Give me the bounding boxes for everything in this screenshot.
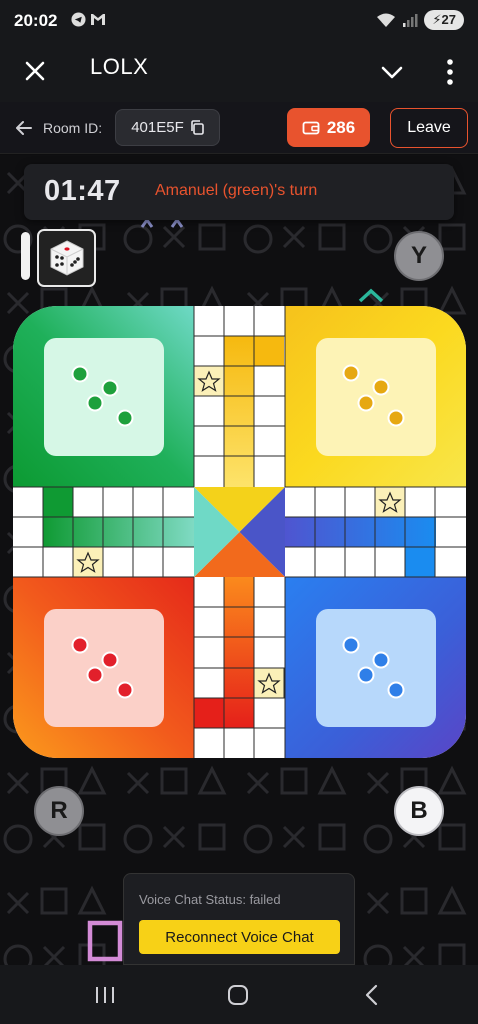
dice-indicator-pill [21,232,30,280]
copy-icon [190,120,204,135]
room-id-chip[interactable]: 401E5F [115,109,220,146]
blue-token [387,681,405,699]
leave-button[interactable]: Leave [390,108,468,148]
red-token [116,681,134,699]
gmail-icon [90,11,106,27]
dice-icon [50,240,83,276]
status-notification-icons [70,11,106,27]
yellow-player-badge[interactable]: Y [394,231,444,281]
green-home-path [43,517,194,547]
coin-count: 286 [326,117,356,137]
wifi-icon [377,13,396,27]
room-id-label: Room ID: [43,120,103,136]
green-token [86,394,104,412]
voice-chat-status: Voice Chat Status: failed [139,892,281,907]
green-token [116,409,134,427]
turn-timer-card: 01:47 Amanuel (green)'s turn [24,164,454,220]
home-icon[interactable] [223,981,253,1009]
nav-back-icon[interactable] [357,981,387,1009]
red-token [101,651,119,669]
blue-yard [316,609,436,727]
green-token [71,365,89,383]
status-indicators: ⚡27 [376,10,464,30]
voice-chat-panel: Voice Chat Status: failed Reconnect Voic… [123,873,355,965]
yellow-start-cell [254,336,284,366]
signal-icon [403,14,418,27]
room-id-value: 401E5F [131,119,184,136]
yellow-token [372,378,390,396]
red-token [71,636,89,654]
battery-icon: ⚡ [432,12,442,27]
battery-indicator: ⚡27 [424,10,464,30]
red-home-path [224,577,254,728]
blue-home-path [285,517,436,547]
more-vert-icon[interactable] [440,56,460,88]
room-bar: Room ID: 401E5F 286 Leave [0,102,478,154]
green-token [101,379,119,397]
blue-start-cell [405,547,435,577]
app-title: LOLX [90,54,149,79]
blue-token [357,666,375,684]
blue-player-badge[interactable]: B [394,786,444,836]
battery-level: 27 [441,12,456,27]
red-player-badge[interactable]: R [34,786,84,836]
yellow-home-path [224,336,254,487]
dice-button[interactable] [37,229,96,287]
wallet-coins-button[interactable]: 286 [287,108,370,147]
wallet-icon [302,121,320,134]
close-icon[interactable] [20,56,50,86]
yellow-yard [316,338,436,456]
red-token [86,666,104,684]
reconnect-voice-button[interactable]: Reconnect Voice Chat [139,920,340,954]
green-start-cell [43,487,73,517]
ludo-board [13,306,466,758]
green-yard [44,338,164,456]
red-yard [44,609,164,727]
yellow-token [342,364,360,382]
app-bar: LOLX [0,42,478,102]
yellow-token [387,409,405,427]
recent-apps-icon[interactable] [90,981,120,1009]
status-time: 20:02 [14,11,58,30]
blue-token [372,651,390,669]
turn-timer: 01:47 [44,175,121,207]
chevron-down-icon[interactable] [378,58,406,86]
blue-token [342,636,360,654]
system-nav-bar [0,965,478,1024]
back-arrow-icon[interactable] [14,118,34,138]
center-home-triangles [194,487,285,577]
status-bar: 20:02 ⚡27 [0,0,478,42]
current-turn-text: Amanuel (green)'s turn [155,182,318,199]
red-start-cell [194,698,224,728]
yellow-token [357,394,375,412]
telegram-icon [70,11,86,27]
